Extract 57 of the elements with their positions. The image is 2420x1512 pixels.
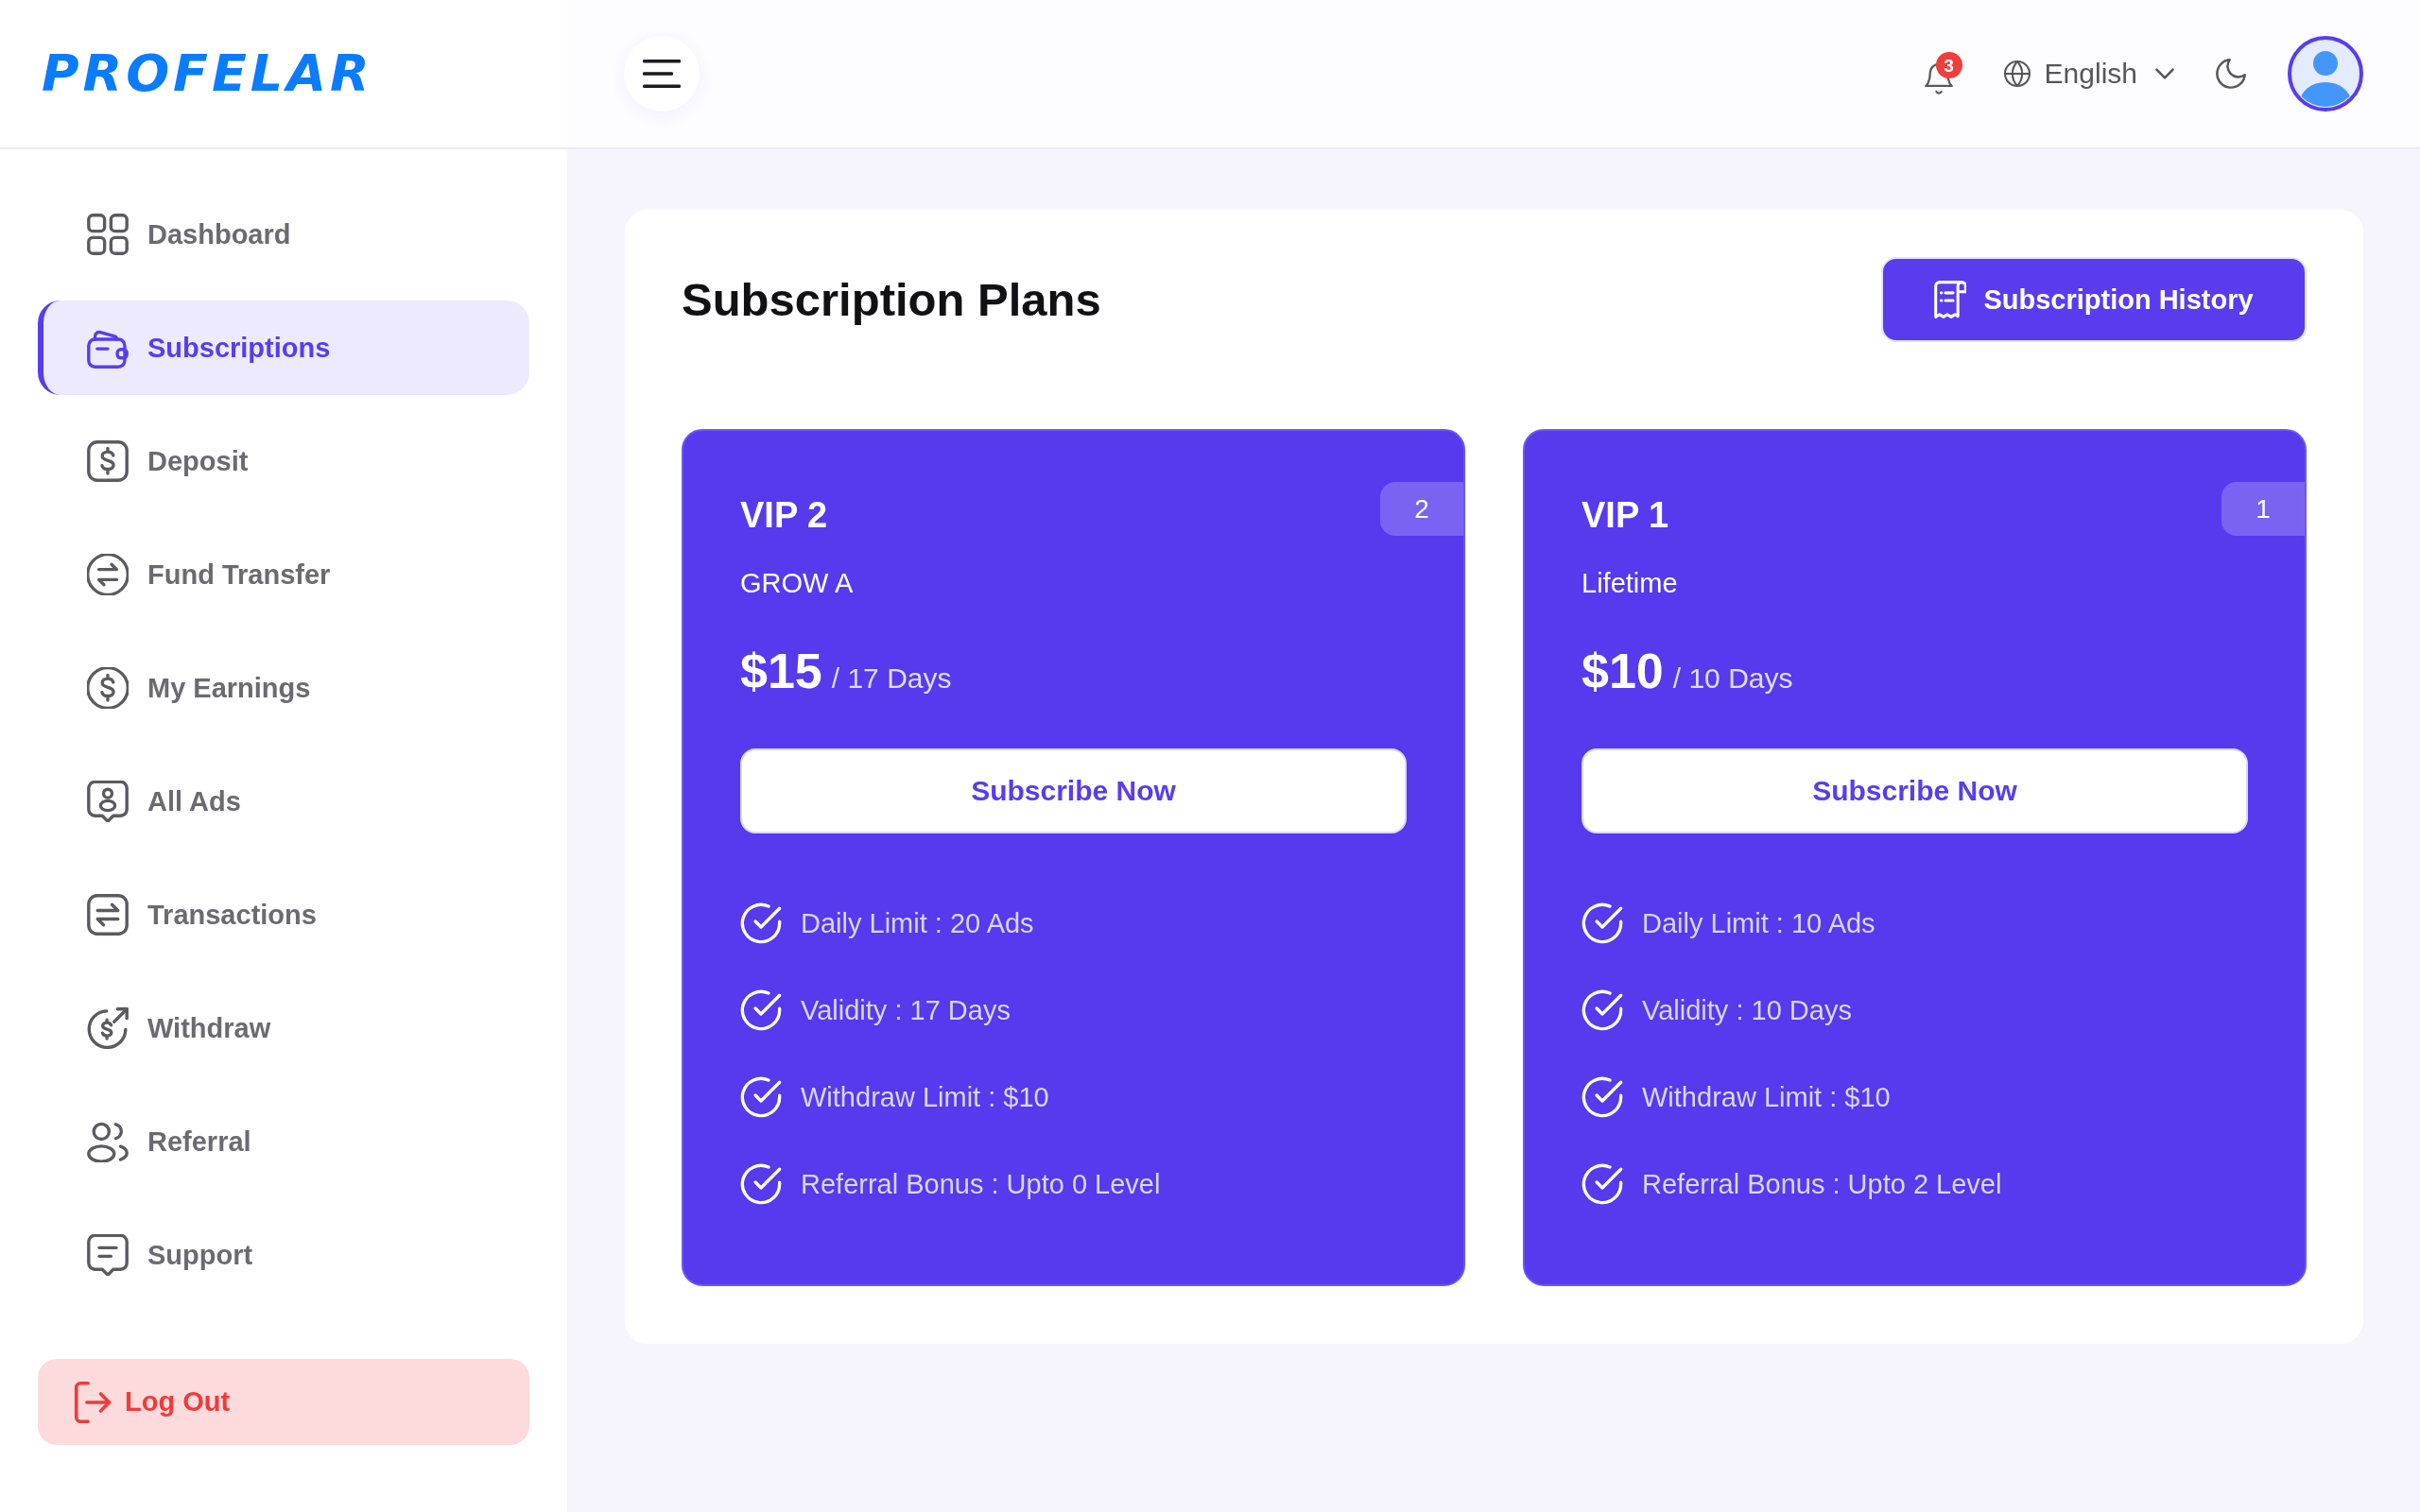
price-amount: $15 <box>740 643 822 700</box>
plan-number-badge: 1 <box>2221 482 2305 536</box>
feature-text: Validity : 17 Days <box>801 994 1011 1026</box>
sidebar-item[interactable]: Deposit <box>38 414 529 508</box>
logout-button[interactable]: Log Out <box>38 1359 529 1445</box>
subscription-history-button[interactable]: Subscription History <box>1881 257 2307 342</box>
check-circle-icon <box>1582 1163 1623 1205</box>
feature-text: Referral Bonus : Upto 2 Level <box>1642 1168 2002 1200</box>
feature-text: Validity : 10 Days <box>1642 994 1852 1026</box>
brand-logo: PROFELAR <box>42 48 373 99</box>
moon-icon[interactable] <box>2216 59 2246 89</box>
feature-text: Referral Bonus : Upto 0 Level <box>801 1168 1161 1200</box>
user-avatar[interactable] <box>2288 36 2363 112</box>
notification-count-badge: 3 <box>1935 52 1962 78</box>
plan-subtitle: GROW A <box>740 567 854 600</box>
dollar-arrow-icon <box>87 1007 129 1049</box>
users-icon <box>87 1121 129 1162</box>
sidebar-item[interactable]: Support <box>38 1208 529 1302</box>
language-selector[interactable]: English <box>2003 58 2174 90</box>
plan-number-badge: 2 <box>1380 482 1463 536</box>
check-circle-icon <box>740 1076 782 1118</box>
plan-subtitle: Lifetime <box>1582 567 1678 600</box>
plan-name: VIP 1 <box>1582 494 1669 537</box>
sidebar-item[interactable]: Subscriptions <box>38 301 529 395</box>
check-circle-icon <box>1582 1076 1623 1118</box>
subscribe-button[interactable]: Subscribe Now <box>740 748 1407 833</box>
subscribe-button[interactable]: Subscribe Now <box>1582 748 2248 833</box>
sidebar-item[interactable]: Withdraw <box>38 981 529 1075</box>
user-tag-icon <box>87 781 129 822</box>
price-period: / 10 Days <box>1672 662 1793 695</box>
grid-icon <box>87 214 129 255</box>
check-circle-icon <box>740 902 782 944</box>
price-period: / 17 Days <box>831 662 952 695</box>
sidebar-item[interactable]: Fund Transfer <box>38 527 529 622</box>
globe-icon <box>2003 60 2031 87</box>
feature-text: Withdraw Limit : $10 <box>801 1081 1049 1113</box>
sidebar-item[interactable]: All Ads <box>38 754 529 849</box>
feature-text: Withdraw Limit : $10 <box>1642 1081 1891 1113</box>
logout-icon <box>74 1381 112 1423</box>
feature-text: Daily Limit : 20 Ads <box>801 907 1034 939</box>
plan-name: VIP 2 <box>740 494 828 537</box>
check-circle-icon <box>1582 902 1623 944</box>
page-title: Subscription Plans <box>682 273 1101 326</box>
price-amount: $10 <box>1582 643 1664 700</box>
sidebar-item[interactable]: Referral <box>38 1094 529 1189</box>
feature-text: Daily Limit : 10 Ads <box>1642 907 1876 939</box>
check-circle-icon <box>740 989 782 1031</box>
chat-bubble-icon <box>87 1234 129 1276</box>
sidebar-item[interactable]: Dashboard <box>38 187 529 282</box>
chevron-down-icon <box>2155 68 2174 79</box>
sidebar-item[interactable]: My Earnings <box>38 641 529 735</box>
sidebar-item[interactable]: Transactions <box>38 868 529 962</box>
check-circle-icon <box>1582 989 1623 1031</box>
menu-icon <box>643 60 681 88</box>
check-circle-icon <box>740 1163 782 1205</box>
receipt-icon <box>1934 281 1967 318</box>
transfer-arrows-icon <box>87 894 129 936</box>
